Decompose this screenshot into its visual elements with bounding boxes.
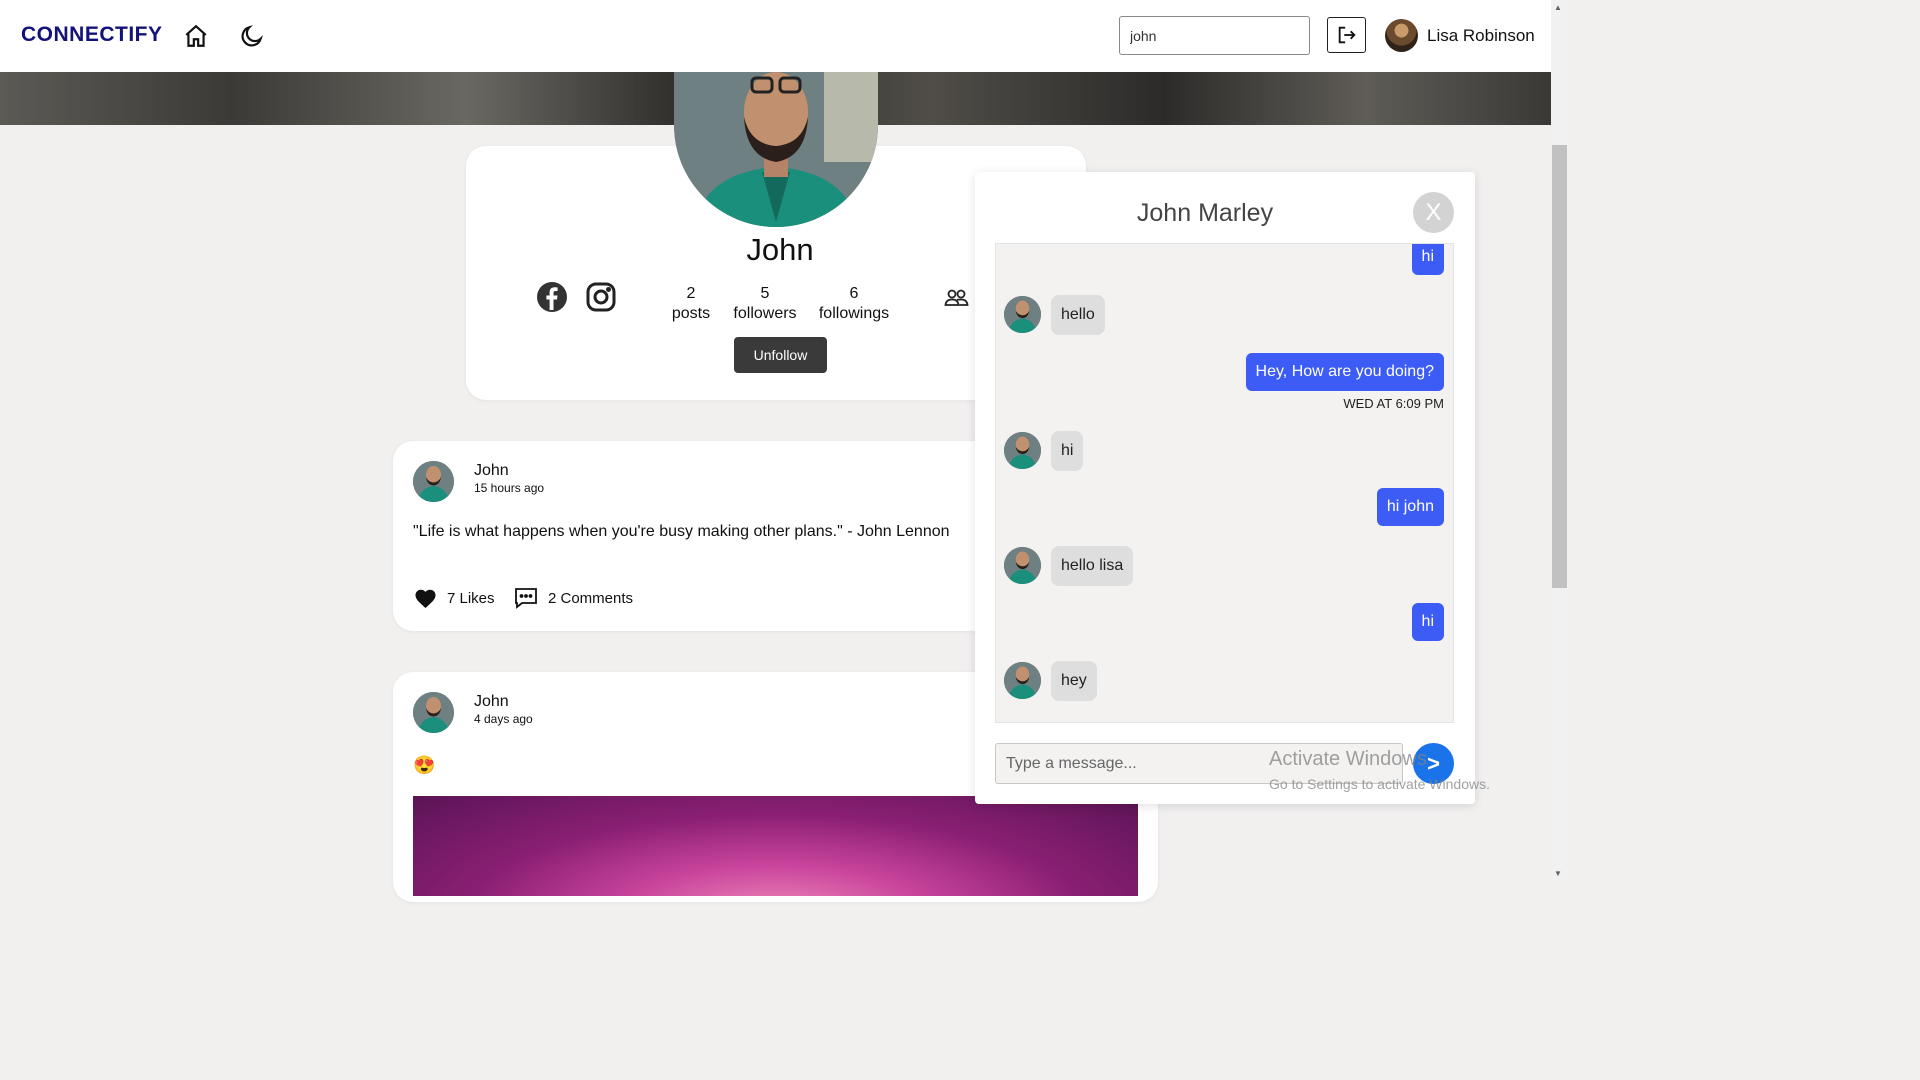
scroll-down-icon[interactable]: ▼ <box>1554 869 1562 878</box>
stat-posts[interactable]: 2 posts <box>663 284 719 324</box>
home-icon[interactable] <box>183 23 209 49</box>
unfollow-button[interactable]: Unfollow <box>734 337 827 373</box>
stat-followings[interactable]: 6 followings <box>815 284 893 324</box>
comments-button[interactable]: 2 Comments <box>514 587 633 609</box>
profile-name: John <box>746 232 814 267</box>
comment-icon <box>515 588 537 609</box>
post-author-name[interactable]: John <box>474 462 509 480</box>
watermark-title: Activate Windows <box>1269 748 1427 770</box>
avatar-photo <box>1004 296 1041 333</box>
stat-followers[interactable]: 5 followers <box>730 284 800 324</box>
post-text: 😍 <box>413 755 436 775</box>
chat-title: John Marley <box>1136 199 1274 227</box>
message-sent: hi <box>1411 244 1444 275</box>
moon-icon[interactable] <box>239 23 265 49</box>
message-received: hi <box>1051 431 1084 471</box>
message-avatar <box>1004 662 1041 699</box>
message-list[interactable]: hi hello Hey, How are you doing? WED AT … <box>995 243 1454 723</box>
message-avatar <box>1004 296 1041 333</box>
logout-icon <box>1338 26 1356 44</box>
avatar-photo <box>1004 432 1041 469</box>
stat-posts-value: 2 <box>686 285 696 302</box>
message-received: hello <box>1051 295 1105 335</box>
user-avatar[interactable] <box>1385 19 1418 52</box>
like-button[interactable]: 7 Likes <box>414 588 495 609</box>
likes-count: 7 Likes <box>447 590 495 607</box>
avatar-photo <box>413 461 454 502</box>
post-text: "Life is what happens when you're busy m… <box>413 523 950 540</box>
message-timestamp: WED AT 6:09 PM <box>1343 396 1444 411</box>
search-input[interactable] <box>1119 16 1310 55</box>
navbar: CONNECTIFY Lisa Robinson <box>0 0 1551 72</box>
facebook-icon[interactable] <box>536 281 568 313</box>
chat-panel: John Marley X hi hello Hey, How are you … <box>975 172 1475 804</box>
message-received: hey <box>1051 661 1097 701</box>
logout-button[interactable] <box>1327 17 1366 53</box>
scroll-up-icon[interactable]: ▲ <box>1554 3 1562 12</box>
scrollbar-thumb[interactable] <box>1552 145 1567 588</box>
message-sent: hi john <box>1376 488 1444 526</box>
stat-followers-value: 5 <box>760 285 770 302</box>
message-received: hello lisa <box>1051 546 1134 586</box>
comments-count: 2 Comments <box>548 589 634 607</box>
user-name[interactable]: Lisa Robinson <box>1427 26 1535 46</box>
close-chat-button[interactable]: X <box>1413 192 1454 233</box>
message-sent: Hey, How are you doing? <box>1245 353 1444 391</box>
stat-followings-label: followings <box>818 305 890 322</box>
stat-posts-label: posts <box>671 305 711 322</box>
post-author-avatar[interactable] <box>413 461 454 502</box>
windows-activation-watermark: Activate Windows Go to Settings to activ… <box>1269 748 1490 792</box>
stat-followings-value: 6 <box>849 285 859 302</box>
post-timestamp: 15 hours ago <box>474 481 545 495</box>
users-icon[interactable] <box>944 288 969 308</box>
message-sent: hi <box>1411 603 1444 641</box>
message-avatar <box>1004 432 1041 469</box>
watermark-subtitle: Go to Settings to activate Windows. <box>1269 776 1490 792</box>
brand-logo[interactable]: CONNECTIFY <box>21 23 163 47</box>
heart-icon <box>415 589 436 609</box>
instagram-icon[interactable] <box>585 281 617 313</box>
stat-followers-label: followers <box>733 305 797 322</box>
message-avatar <box>1004 547 1041 584</box>
post-timestamp: 4 days ago <box>474 712 533 726</box>
post-image[interactable] <box>413 796 1138 896</box>
avatar-photo <box>413 692 454 733</box>
avatar-photo <box>1004 547 1041 584</box>
avatar-photo <box>1004 662 1041 699</box>
post-author-name[interactable]: John <box>474 693 509 711</box>
post-author-avatar[interactable] <box>413 692 454 733</box>
